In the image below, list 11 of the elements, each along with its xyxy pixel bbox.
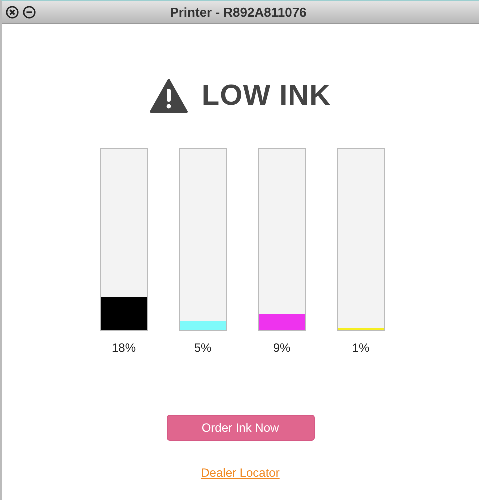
window-title: Printer - R892A811076 xyxy=(169,4,308,20)
warning-icon xyxy=(150,79,188,113)
ink-percentage: 18% xyxy=(112,341,136,355)
ink-percentage: 9% xyxy=(273,341,291,355)
order-ink-button[interactable]: Order Ink Now xyxy=(166,415,314,441)
close-icon[interactable] xyxy=(6,6,19,18)
alert-heading: LOW INK xyxy=(202,80,332,112)
ink-percentage: 1% xyxy=(352,341,370,355)
ink-percentage: 5% xyxy=(194,341,212,355)
minimize-icon[interactable] xyxy=(23,6,36,18)
dealer-locator-link[interactable]: Dealer Locator xyxy=(201,466,280,480)
